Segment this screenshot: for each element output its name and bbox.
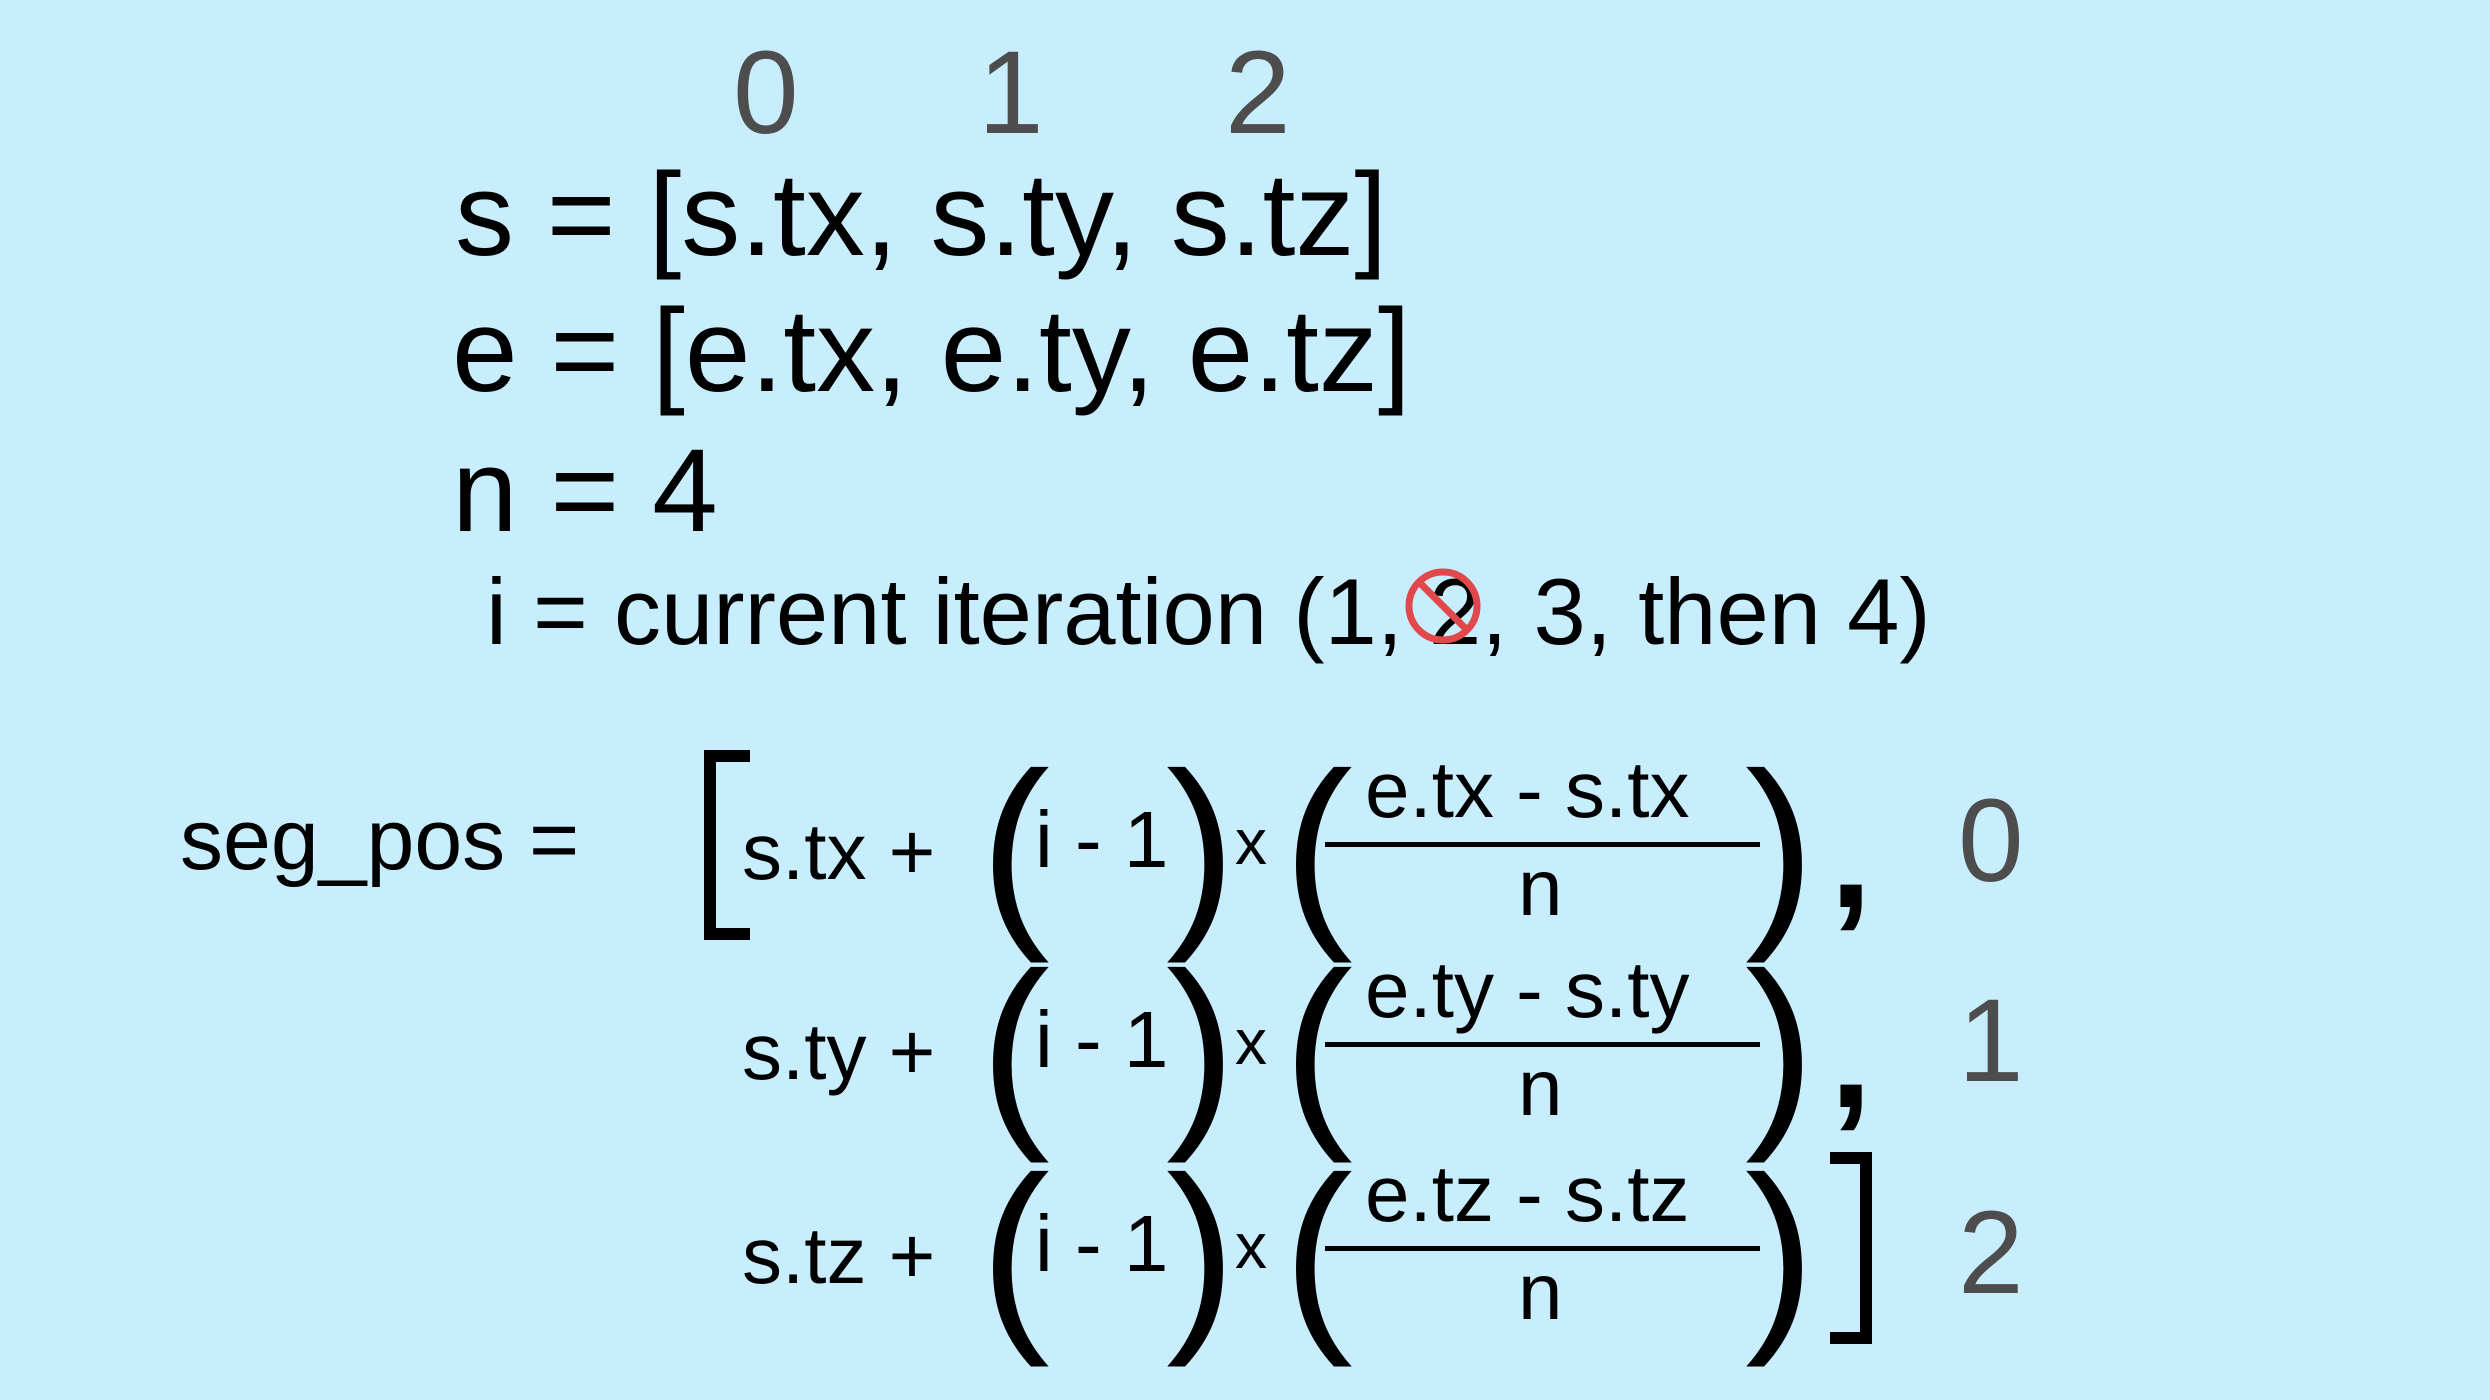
row-1-start: s.ty + [742,1007,936,1096]
row-0-index: 0 [1958,775,2024,907]
definition-i: i = current iteration (1, 2, 3, then 4) [486,565,1931,659]
row-1-numerator: e.ty - s.ty [1365,945,1690,1034]
header-index-1: 1 [978,27,1044,159]
row-2-start: s.tz + [742,1211,936,1300]
header-index-2: 2 [1225,27,1291,159]
row-0-frac-open-paren: ( [1283,729,1353,964]
row-2-inner-close-paren: ) [1166,1133,1236,1368]
row-0-denominator: n [1518,843,1563,932]
row-1-index: 1 [1958,975,2024,1107]
row-1-frac-close-paren: ) [1745,929,1815,1164]
row-1-times: x [1235,1006,1267,1078]
right-bracket [1830,1152,1872,1344]
row-2-numerator: e.tz - s.tz [1365,1149,1690,1238]
row-0-inner-close-paren: ) [1166,729,1236,964]
formula-label: seg_pos = [180,792,580,888]
row-2-index: 2 [1958,1187,2024,1319]
row-0-numerator: e.tx - s.tx [1365,745,1690,834]
row-1-inner-close-paren: ) [1166,929,1236,1164]
row-1-inner: i - 1 [1035,995,1169,1084]
definition-e: e = [e.tx, e.ty, e.tz] [452,285,1411,417]
definition-i-prefix: i = current iteration ( [486,559,1325,664]
row-0-comma: , [1830,771,1872,939]
row-0-start: s.tx + [742,807,936,896]
row-1-frac-open-paren: ( [1283,929,1353,1164]
header-index-0: 0 [733,27,799,159]
row-0-frac-close-paren: ) [1745,729,1815,964]
row-0-inner: i - 1 [1035,795,1169,884]
row-1-comma: , [1830,971,1872,1139]
definition-n: n = 4 [452,425,718,557]
definition-s: s = [s.tx, s.ty, s.tz] [455,149,1388,281]
forbidden-icon [1405,568,1481,644]
row-2-frac-close-paren: ) [1745,1133,1815,1368]
row-2-frac-open-paren: ( [1283,1133,1353,1368]
row-1-denominator: n [1518,1043,1563,1132]
row-2-times: x [1235,1210,1267,1282]
definition-i-one: 1 [1324,559,1377,664]
row-0-times: x [1235,806,1267,878]
row-2-inner: i - 1 [1035,1199,1169,1288]
row-2-denominator: n [1518,1247,1563,1336]
